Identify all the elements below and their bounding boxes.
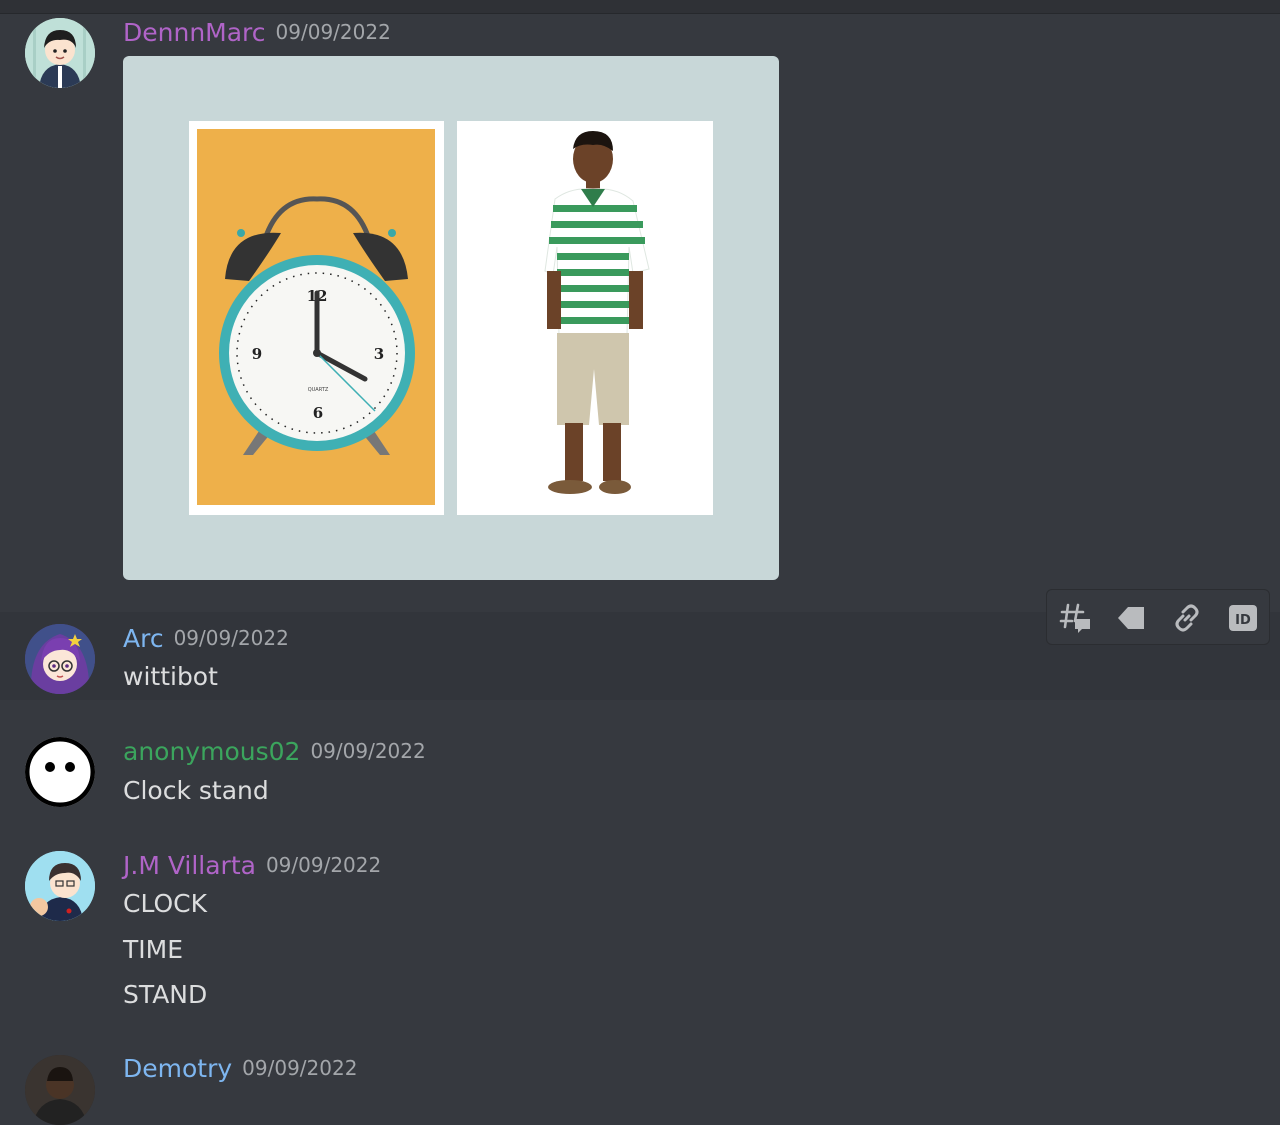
boy-standing-image[interactable] [457,121,713,515]
clock-numeral-3: 3 [374,345,384,363]
username[interactable]: Arc [123,624,164,653]
copy-link-icon[interactable] [1167,598,1207,638]
message-header: anonymous02 09/09/2022 [123,736,426,767]
timestamp: 09/09/2022 [310,739,426,763]
avatar[interactable] [25,737,95,807]
avatar[interactable] [25,851,95,921]
message-anonymous02: anonymous02 09/09/2022 Clock stand [0,725,1280,825]
timestamp: 09/09/2022 [265,853,382,877]
username[interactable]: anonymous02 [123,737,300,766]
message-text: wittibot [123,662,218,691]
tag-icon[interactable] [1111,598,1151,638]
message-header: DennnMarc 09/09/2022 [123,17,391,48]
message-header: J.M Villarta 09/09/2022 [123,850,381,881]
message-demotry: Demotry 09/09/2022 [0,1043,1280,1125]
message-text-line: TIME [123,935,184,964]
username[interactable]: J.M Villarta [123,851,256,880]
avatar[interactable] [25,18,95,88]
message-header: Arc 09/09/2022 [123,623,289,654]
svg-text:ID: ID [1235,613,1251,628]
message-actions-toolbar: ID [1046,589,1270,645]
copy-id-icon[interactable]: ID [1223,598,1263,638]
message-jm-villarta: J.M Villarta 09/09/2022 CLOCK TIME STAND [0,839,1280,1029]
message-dennnmarc: DennnMarc09/09/2022 12 [0,14,1280,594]
avatar[interactable] [25,624,95,694]
message-text: Clock stand [123,776,269,805]
avatar[interactable] [25,1055,95,1125]
clock-brand: QUARTZ [308,387,329,393]
timestamp: 09/09/2022 [242,1056,358,1080]
image-attachment[interactable]: 12 3 6 9 QUARTZ [123,56,779,580]
clock-numeral-6: 6 [313,404,323,422]
message-header: Demotry 09/09/2022 [123,1053,357,1084]
username[interactable]: DennnMarc [123,18,266,47]
username[interactable]: Demotry [123,1054,232,1083]
message-text-line: STAND [123,980,208,1009]
timestamp: 09/09/2022 [173,626,289,650]
channel-header-strip [0,0,1280,14]
timestamp: 09/09/2022 [275,20,391,44]
alarm-clock-image[interactable]: 12 3 6 9 QUARTZ [189,121,444,515]
create-thread-icon[interactable] [1055,598,1095,638]
message-text-line: CLOCK [123,889,208,918]
clock-numeral-9: 9 [252,345,262,363]
